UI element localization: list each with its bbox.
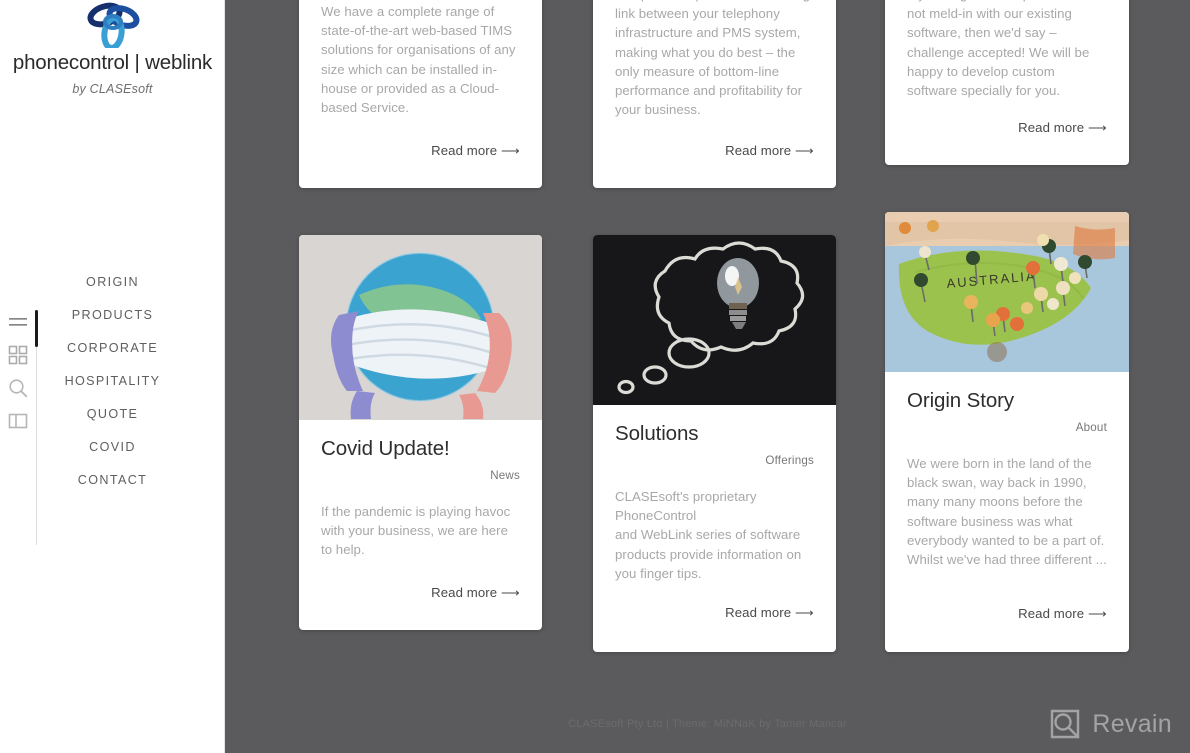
revain-watermark-text: Revain bbox=[1092, 709, 1172, 738]
main-content: We have a complete range of state-of-the… bbox=[225, 0, 1190, 753]
solutions-card-image bbox=[593, 235, 836, 405]
card-missing-link[interactable]: Our products provide the missing link be… bbox=[593, 0, 836, 188]
brand-block[interactable]: phonecontrol | weblink by CLASEsoft bbox=[0, 0, 225, 96]
sidebar: phonecontrol | weblink by CLASEsoft ORIG… bbox=[0, 0, 225, 753]
sidebar-item-corporate[interactable]: CORPORATE bbox=[0, 332, 225, 365]
card-text: We have a complete range of state-of-the… bbox=[321, 4, 516, 116]
sidebar-item-origin[interactable]: ORIGIN bbox=[0, 266, 225, 299]
card-category: About bbox=[1075, 421, 1107, 434]
read-more-link[interactable]: Read more ⟶ bbox=[1018, 606, 1107, 622]
covid-card-image bbox=[299, 235, 542, 420]
brand-title: phonecontrol | weblink bbox=[12, 51, 213, 74]
read-more-link[interactable]: Read more ⟶ bbox=[431, 585, 520, 601]
read-more-link[interactable]: Read more ⟶ bbox=[725, 605, 814, 621]
card-title: Solutions bbox=[615, 422, 699, 445]
card-text: If you've got a set-up that does not mel… bbox=[907, 0, 1090, 99]
origin-card-image: AUSTRALIA bbox=[885, 212, 1129, 372]
read-more-link[interactable]: Read more ⟶ bbox=[725, 143, 814, 159]
card-custom-software[interactable]: If you've got a set-up that does not mel… bbox=[885, 0, 1129, 165]
footer-credit: CLASEsoft Pty Ltd | Theme: MiNNaK by Tam… bbox=[568, 718, 847, 730]
card-text: Our products provide the missing link be… bbox=[615, 0, 810, 118]
card-category: Offerings bbox=[765, 454, 814, 467]
sidebar-item-covid[interactable]: COVID bbox=[0, 431, 225, 464]
card-origin-story[interactable]: AUSTRALIA Origin Story About We were bor… bbox=[885, 212, 1129, 652]
revain-logo-icon bbox=[1051, 709, 1080, 739]
read-more-link[interactable]: Read more ⟶ bbox=[431, 143, 520, 159]
card-category: News bbox=[490, 469, 520, 482]
revain-watermark: Revain bbox=[1048, 707, 1172, 741]
sidebar-item-quote[interactable]: QUOTE bbox=[0, 398, 225, 431]
card-covid-update[interactable]: Covid Update! News If the pandemic is pl… bbox=[299, 235, 542, 630]
card-title: Origin Story bbox=[907, 389, 1015, 412]
card-text: We were born in the land of the black sw… bbox=[907, 456, 1107, 568]
card-title: Covid Update! bbox=[321, 437, 450, 460]
trefoil-swirl-logo-icon bbox=[86, 2, 139, 48]
sidebar-item-hospitality[interactable]: HOSPITALITY bbox=[0, 365, 225, 398]
card-text: CLASEsoft's proprietary PhoneControl and… bbox=[615, 489, 802, 581]
sidebar-nav: ORIGIN PRODUCTS CORPORATE HOSPITALITY QU… bbox=[0, 266, 225, 497]
sidebar-item-products[interactable]: PRODUCTS bbox=[0, 299, 225, 332]
read-more-link[interactable]: Read more ⟶ bbox=[1018, 120, 1107, 136]
card-text: If the pandemic is playing havoc with yo… bbox=[321, 504, 511, 558]
card-tims-solutions[interactable]: We have a complete range of state-of-the… bbox=[299, 0, 542, 188]
brand-subtitle: by CLASEsoft bbox=[72, 81, 153, 96]
card-solutions[interactable]: Solutions Offerings CLASEsoft's propriet… bbox=[593, 235, 836, 652]
sidebar-item-contact[interactable]: CONTACT bbox=[0, 464, 225, 497]
